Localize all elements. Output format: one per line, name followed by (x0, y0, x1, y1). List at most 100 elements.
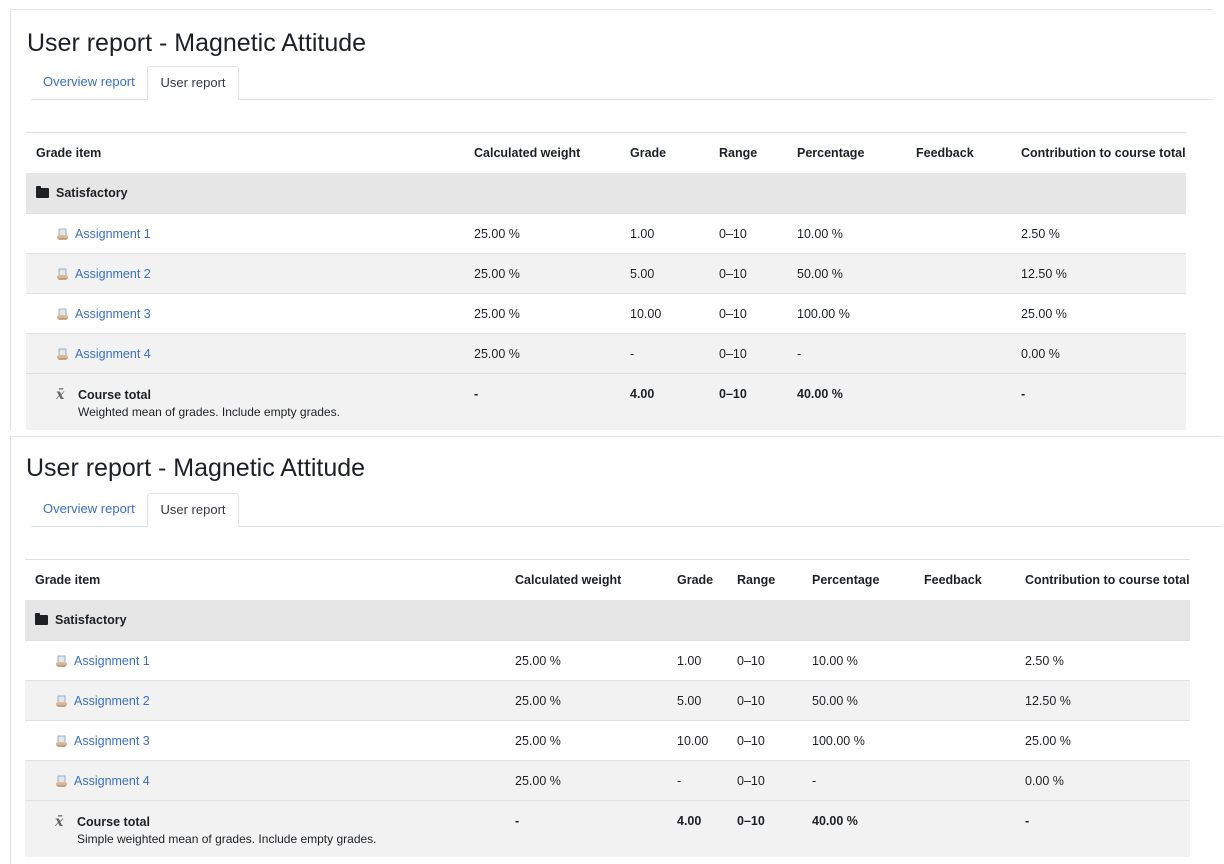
table-row: Assignment 1 25.00 % 1.00 0–10 10.00 % 2… (25, 640, 1190, 681)
course-total-row: x̄ Course total Simple weighted mean of gr… (25, 800, 1190, 857)
column-header-feedback: Feedback (914, 559, 1015, 600)
grade-cell: 1.00 (620, 213, 709, 254)
column-header-grade: Grade (667, 559, 727, 600)
grade-cell: 4.00 (667, 800, 727, 857)
course-total-row: x̄ Course total Weighted mean of grades. I… (26, 373, 1186, 430)
assignment-icon (57, 268, 68, 280)
table-header-row: Grade item Calculated weight Grade Range… (25, 559, 1190, 600)
feedback-cell (914, 680, 1015, 721)
range-cell: 0–10 (727, 640, 802, 681)
feedback-cell (914, 640, 1015, 681)
column-header-calculated-weight: Calculated weight (464, 132, 620, 173)
contribution-cell: 25.00 % (1015, 720, 1190, 761)
range-cell: 0–10 (709, 373, 787, 430)
user-report-panel-2: User report - Magnetic Attitude Overview… (10, 436, 1223, 864)
assignment-link[interactable]: Assignment 2 (75, 267, 151, 281)
percentage-cell: - (787, 333, 906, 374)
category-name: Satisfactory (55, 613, 127, 627)
feedback-cell (914, 720, 1015, 761)
mean-icon: x̄ (55, 814, 64, 830)
weight-cell: - (505, 800, 667, 857)
percentage-cell: 50.00 % (802, 680, 914, 721)
report-tabs: Overview report User report (31, 66, 1213, 100)
range-cell: 0–10 (727, 800, 802, 857)
weight-cell: 25.00 % (464, 213, 620, 254)
page-title: User report - Magnetic Attitude (26, 454, 366, 482)
grade-cell: - (620, 333, 709, 374)
assignment-icon (56, 775, 67, 787)
feedback-cell (906, 213, 1011, 254)
weight-cell: 25.00 % (505, 680, 667, 721)
percentage-cell: 100.00 % (802, 720, 914, 761)
category-cell: Satisfactory (25, 600, 1190, 641)
tab-user-report[interactable]: User report (147, 66, 239, 100)
tab-overview-report[interactable]: Overview report (31, 493, 147, 526)
tab-user-report[interactable]: User report (147, 493, 239, 527)
range-cell: 0–10 (727, 760, 802, 801)
feedback-cell (906, 293, 1011, 334)
table-row: Assignment 4 25.00 % - 0–10 - 0.00 % (26, 333, 1186, 374)
category-row: Satisfactory (26, 173, 1186, 214)
percentage-cell: 40.00 % (787, 373, 906, 430)
course-total-label: Course total (77, 815, 150, 829)
column-header-grade-item: Grade item (26, 132, 464, 173)
weight-cell: 25.00 % (464, 253, 620, 294)
assignment-link[interactable]: Assignment 3 (75, 307, 151, 321)
percentage-cell: 10.00 % (787, 213, 906, 254)
column-header-calculated-weight: Calculated weight (505, 559, 667, 600)
grade-cell: 10.00 (620, 293, 709, 334)
assignment-link[interactable]: Assignment 4 (74, 774, 150, 788)
tab-overview-report[interactable]: Overview report (31, 66, 147, 99)
grade-table: Grade item Calculated weight Grade Range… (26, 132, 1186, 430)
category-cell: Satisfactory (26, 173, 1186, 214)
range-cell: 0–10 (727, 680, 802, 721)
mean-icon: x̄ (56, 387, 65, 403)
range-cell: 0–10 (709, 333, 787, 374)
aggregation-description: Simple weighted mean of grades. Include … (77, 832, 377, 846)
assignment-icon (57, 348, 68, 360)
assignment-icon (56, 735, 67, 747)
assignment-icon (56, 655, 67, 667)
assignment-link[interactable]: Assignment 2 (74, 694, 150, 708)
grade-cell: 10.00 (667, 720, 727, 761)
table-row: Assignment 1 25.00 % 1.00 0–10 10.00 % 2… (26, 213, 1186, 254)
column-header-percentage: Percentage (802, 559, 914, 600)
contribution-cell: 2.50 % (1011, 213, 1186, 254)
contribution-cell: 12.50 % (1011, 253, 1186, 294)
assignment-icon (56, 695, 67, 707)
column-header-range: Range (727, 559, 802, 600)
assignment-link[interactable]: Assignment 4 (75, 347, 151, 361)
report-tabs: Overview report User report (31, 493, 1223, 527)
aggregation-description: Weighted mean of grades. Include empty g… (78, 405, 340, 419)
user-report-panel-1: User report - Magnetic Attitude Overview… (10, 9, 1213, 431)
feedback-cell (906, 253, 1011, 294)
assignment-link[interactable]: Assignment 1 (75, 227, 151, 241)
weight-cell: 25.00 % (464, 293, 620, 334)
assignment-icon (57, 228, 68, 240)
grade-cell: 5.00 (667, 680, 727, 721)
weight-cell: 25.00 % (505, 720, 667, 761)
column-header-percentage: Percentage (787, 132, 906, 173)
feedback-cell (914, 760, 1015, 801)
course-total-label: Course total (78, 388, 151, 402)
percentage-cell: 10.00 % (802, 640, 914, 681)
category-row: Satisfactory (25, 600, 1190, 641)
table-row: Assignment 2 25.00 % 5.00 0–10 50.00 % 1… (25, 680, 1190, 721)
contribution-cell: - (1015, 800, 1190, 857)
table-row: Assignment 3 25.00 % 10.00 0–10 100.00 %… (26, 293, 1186, 334)
table-row: Assignment 3 25.00 % 10.00 0–10 100.00 %… (25, 720, 1190, 761)
weight-cell: 25.00 % (505, 640, 667, 681)
weight-cell: - (464, 373, 620, 430)
column-header-contribution: Contribution to course total (1011, 132, 1186, 173)
percentage-cell: - (802, 760, 914, 801)
assignment-link[interactable]: Assignment 1 (74, 654, 150, 668)
table-row: Assignment 4 25.00 % - 0–10 - 0.00 % (25, 760, 1190, 801)
assignment-link[interactable]: Assignment 3 (74, 734, 150, 748)
table-row: Assignment 2 25.00 % 5.00 0–10 50.00 % 1… (26, 253, 1186, 294)
contribution-cell: 0.00 % (1011, 333, 1186, 374)
category-name: Satisfactory (56, 186, 128, 200)
column-header-range: Range (709, 132, 787, 173)
contribution-cell: 0.00 % (1015, 760, 1190, 801)
grade-cell: 1.00 (667, 640, 727, 681)
range-cell: 0–10 (709, 213, 787, 254)
